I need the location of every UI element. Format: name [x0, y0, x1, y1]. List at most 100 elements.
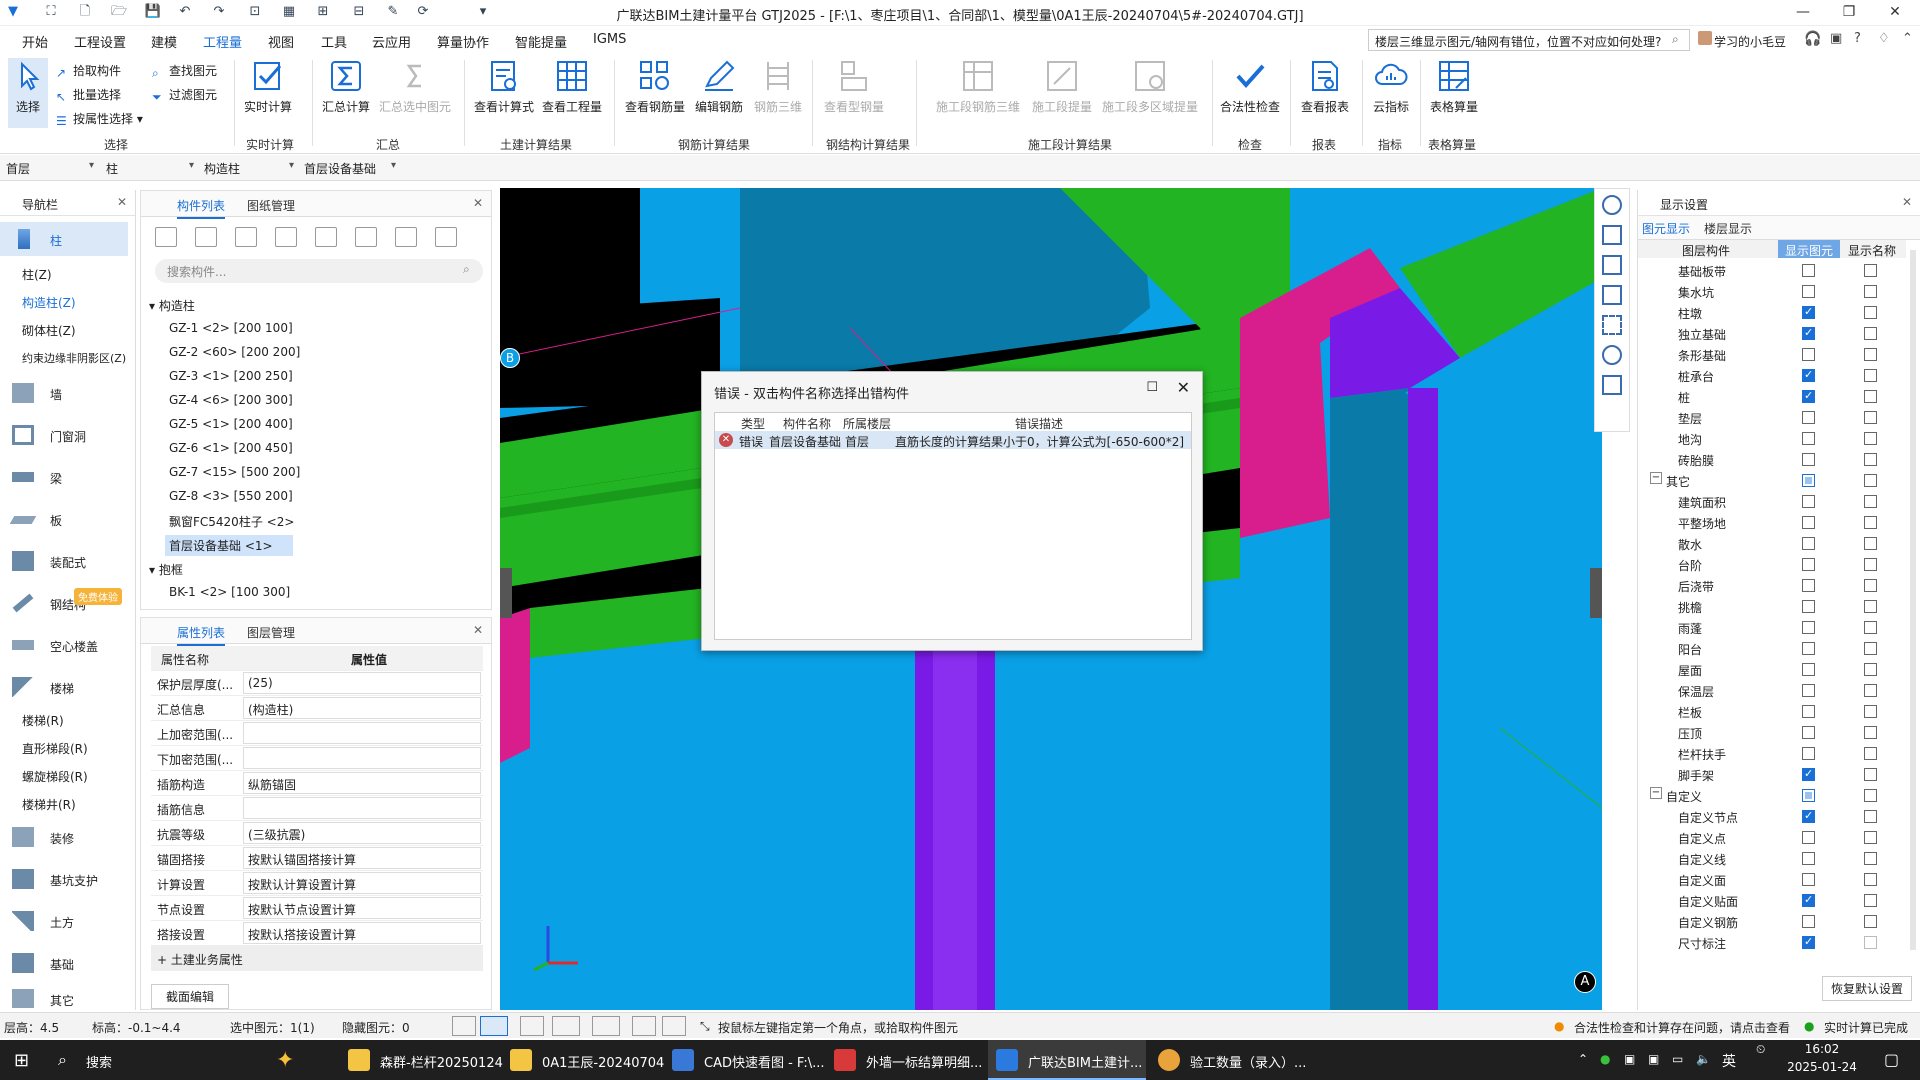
tree-group-frame[interactable]: ▾ 抱框	[149, 561, 183, 578]
clock-time[interactable]: 16:02	[1792, 1042, 1852, 1056]
property-value[interactable]	[243, 722, 481, 744]
property-value[interactable]: (三级抗震)	[243, 822, 481, 844]
show-element-checkbox[interactable]	[1802, 935, 1815, 949]
construction-extract-button[interactable]: 施工段提量	[1028, 58, 1096, 115]
dynamic-input-icon[interactable]	[632, 1016, 656, 1036]
nav-item-pit-support[interactable]: 基坑支护	[0, 862, 128, 896]
property-value[interactable]: 按默认锚固搭接计算	[243, 847, 481, 869]
summary-calc-button[interactable]: 汇总计算	[318, 58, 374, 115]
edit-rebar-button[interactable]: 编辑钢筋	[690, 58, 748, 115]
filter-element-button[interactable]: ⏷ 过滤图元	[152, 86, 217, 104]
menu-quantity[interactable]: 工程量	[203, 32, 243, 56]
show-element-checkbox[interactable]	[1802, 600, 1815, 613]
list-item[interactable]: GZ-4 <6> [200 300]	[169, 393, 293, 407]
section-edit-button[interactable]: 截面编辑	[151, 984, 230, 1009]
menu-view[interactable]: 视图	[268, 32, 294, 51]
show-element-checkbox[interactable]	[1802, 747, 1815, 760]
show-name-checkbox[interactable]	[1864, 495, 1877, 508]
property-value[interactable]: (构造柱)	[243, 697, 481, 719]
search-icon[interactable]: ⌕	[1672, 32, 1679, 47]
tab-floor-display[interactable]: 楼层显示	[1704, 220, 1752, 237]
snap-icon[interactable]	[592, 1016, 620, 1036]
notification-icon[interactable]: ▢	[1884, 1050, 1899, 1069]
show-element-checkbox[interactable]	[1802, 579, 1815, 592]
menu-start[interactable]: 开始	[22, 32, 48, 51]
tree-group-constructional-column[interactable]: ▾ 构造柱	[149, 297, 195, 314]
filter-list-icon[interactable]	[435, 227, 457, 247]
pick-component-button[interactable]: ↗ 拾取构件	[56, 62, 121, 80]
2d-view-icon[interactable]	[1602, 225, 1622, 245]
maximize-button[interactable]: ❐	[1826, 0, 1872, 26]
property-value[interactable]	[243, 797, 481, 819]
axis-marker-b[interactable]: B	[500, 348, 520, 368]
taskbar-search[interactable]: 搜索	[86, 1052, 112, 1071]
show-name-checkbox[interactable]	[1864, 705, 1877, 718]
fit-icon[interactable]: ⛶	[42, 4, 60, 20]
select-by-attr-button[interactable]: ☰ 按属性选择 ▾	[56, 110, 143, 128]
show-name-checkbox[interactable]	[1864, 852, 1877, 865]
show-element-checkbox[interactable]	[1802, 809, 1815, 823]
user-name[interactable]: 学习的小毛豆	[1714, 33, 1786, 50]
show-name-checkbox[interactable]	[1864, 642, 1877, 655]
show-element-checkbox[interactable]	[1802, 389, 1815, 403]
task-item[interactable]: 外墙一标结算明细...	[826, 1040, 984, 1080]
show-name-checkbox[interactable]	[1864, 810, 1877, 823]
show-element-checkbox[interactable]	[1802, 348, 1815, 361]
show-element-checkbox[interactable]	[1802, 516, 1815, 529]
undo-icon[interactable]: ↶	[176, 4, 194, 20]
cell-name[interactable]: 首层设备基础	[769, 433, 841, 450]
table-calc-button[interactable]: 表格算量	[1426, 58, 1482, 115]
layer-copy-icon[interactable]	[275, 227, 297, 247]
wechat-icon[interactable]: ●	[1600, 1052, 1610, 1066]
widget-sparkle-icon[interactable]: ✦	[276, 1048, 294, 1073]
menu-project-settings[interactable]: 工程设置	[74, 32, 126, 51]
tab-component-list[interactable]: 构件列表	[177, 197, 226, 219]
task-item[interactable]: CAD快速看图 - F:\...	[664, 1040, 825, 1080]
nav-sub-constraint-edge[interactable]: 约束边缘非阴影区(Z)	[22, 350, 126, 366]
show-name-checkbox[interactable]	[1864, 726, 1877, 739]
grid-view-icon[interactable]: ▦	[280, 4, 298, 20]
show-name-checkbox[interactable]	[1864, 264, 1877, 277]
copy-component-icon[interactable]	[195, 227, 217, 247]
show-element-checkbox[interactable]	[1802, 684, 1815, 697]
show-element-checkbox[interactable]	[1802, 558, 1815, 571]
collapse-icon[interactable]: −	[1650, 787, 1662, 799]
show-name-checkbox[interactable]	[1864, 936, 1877, 949]
scrollbar[interactable]	[1910, 250, 1916, 950]
property-value[interactable]: 按默认节点设置计算	[243, 897, 481, 919]
list-item[interactable]: GZ-5 <1> [200 400]	[169, 417, 293, 431]
nav-item-wall[interactable]: 墙	[0, 376, 128, 410]
category-select[interactable]: 柱	[102, 158, 196, 178]
show-name-checkbox[interactable]	[1864, 306, 1877, 319]
show-name-checkbox[interactable]	[1864, 768, 1877, 781]
property-value[interactable]	[243, 747, 481, 769]
axis-marker-a[interactable]: A	[1574, 971, 1596, 993]
list-item-selected[interactable]: 首层设备基础 <1>	[165, 535, 293, 556]
delete-component-icon[interactable]	[235, 227, 257, 247]
menu-collaboration[interactable]: 算量协作	[437, 32, 489, 51]
show-name-checkbox[interactable]	[1864, 663, 1877, 676]
show-element-checkbox[interactable]	[1802, 915, 1815, 928]
sort-icon[interactable]	[395, 227, 417, 247]
sync-icon[interactable]: ⟳	[414, 4, 432, 20]
maximize-icon[interactable]: ☐	[1146, 380, 1158, 395]
nav-item-decoration[interactable]: 装修	[0, 820, 128, 854]
show-name-checkbox[interactable]	[1864, 915, 1877, 928]
task-item-active[interactable]: 广联达BIM土建计...	[988, 1040, 1146, 1080]
redo-icon[interactable]: ↷	[210, 4, 228, 20]
skin-icon[interactable]: ♢	[1878, 31, 1890, 46]
nav-item-column[interactable]: 柱	[0, 222, 128, 256]
arc-icon[interactable]	[662, 1016, 686, 1036]
ime-indicator[interactable]: 英	[1722, 1051, 1736, 1071]
property-value[interactable]: 纵筋锚固	[243, 772, 481, 794]
show-element-checkbox[interactable]	[1802, 474, 1815, 487]
help-icon[interactable]: ?	[1854, 31, 1861, 46]
list-item[interactable]: GZ-8 <3> [550 200]	[169, 489, 293, 503]
show-element-checkbox[interactable]	[1802, 831, 1815, 844]
windows-start-icon[interactable]: ⊞	[14, 1050, 29, 1071]
box-view-icon[interactable]	[1602, 285, 1622, 305]
component-search-input[interactable]: 搜索构件...	[155, 259, 483, 283]
show-element-checkbox[interactable]	[1802, 726, 1815, 739]
realtime-calc-button[interactable]: 实时计算	[240, 58, 296, 115]
show-name-checkbox[interactable]	[1864, 537, 1877, 550]
